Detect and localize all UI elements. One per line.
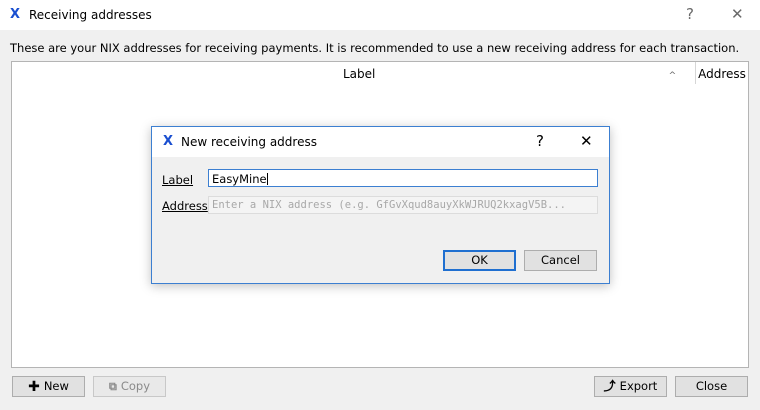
window-title: Receiving addresses	[29, 8, 152, 22]
column-header-address[interactable]: Address	[696, 62, 748, 84]
dialog-titlebar: X New receiving address ? ✕	[152, 127, 609, 157]
sort-ascending-icon: ^	[668, 71, 677, 81]
label-input-value: EasyMine	[212, 172, 267, 186]
dialog-help-button[interactable]: ?	[536, 134, 544, 149]
close-button[interactable]: Close	[675, 376, 748, 397]
export-button[interactable]: ⤴ Export	[594, 376, 667, 397]
column-header-address-text: Address	[698, 67, 746, 81]
label-input[interactable]: EasyMine	[208, 169, 598, 187]
export-button-label: Export	[619, 379, 658, 393]
address-input[interactable]: Enter a NIX address (e.g. GfGvXqud8auyXk…	[208, 196, 598, 214]
export-icon: ⤴	[603, 379, 616, 393]
dialog-close-button[interactable]: ✕	[580, 134, 593, 149]
copy-button-label: Copy	[120, 379, 151, 393]
ok-button[interactable]: OK	[443, 250, 516, 271]
plus-icon: ✚	[28, 379, 40, 395]
close-window-button[interactable]: ✕	[731, 7, 744, 22]
copy-icon: ⧉	[108, 380, 117, 393]
nix-app-icon: X	[10, 7, 21, 22]
new-address-dialog: X New receiving address ? ✕ Label EasyMi…	[151, 126, 610, 284]
cancel-button[interactable]: Cancel	[524, 250, 597, 271]
column-header-label[interactable]: ^ Label	[12, 62, 695, 84]
description-text: These are your NIX addresses for receivi…	[10, 41, 740, 55]
new-button-label: New	[43, 379, 69, 393]
text-caret	[266, 173, 268, 185]
label-field-label: Label	[162, 173, 194, 187]
address-input-placeholder: Enter a NIX address (e.g. GfGvXqud8auyXk…	[212, 199, 567, 211]
help-button[interactable]: ?	[686, 7, 694, 22]
window-titlebar: X Receiving addresses ? ✕	[0, 0, 760, 30]
copy-button[interactable]: ⧉ Copy	[93, 376, 166, 397]
dialog-title: New receiving address	[181, 135, 317, 149]
new-button[interactable]: ✚ New	[12, 376, 85, 397]
address-field-label: Address	[162, 199, 208, 213]
nix-dialog-icon: X	[163, 134, 174, 149]
column-header-label-text: Label	[343, 67, 376, 81]
